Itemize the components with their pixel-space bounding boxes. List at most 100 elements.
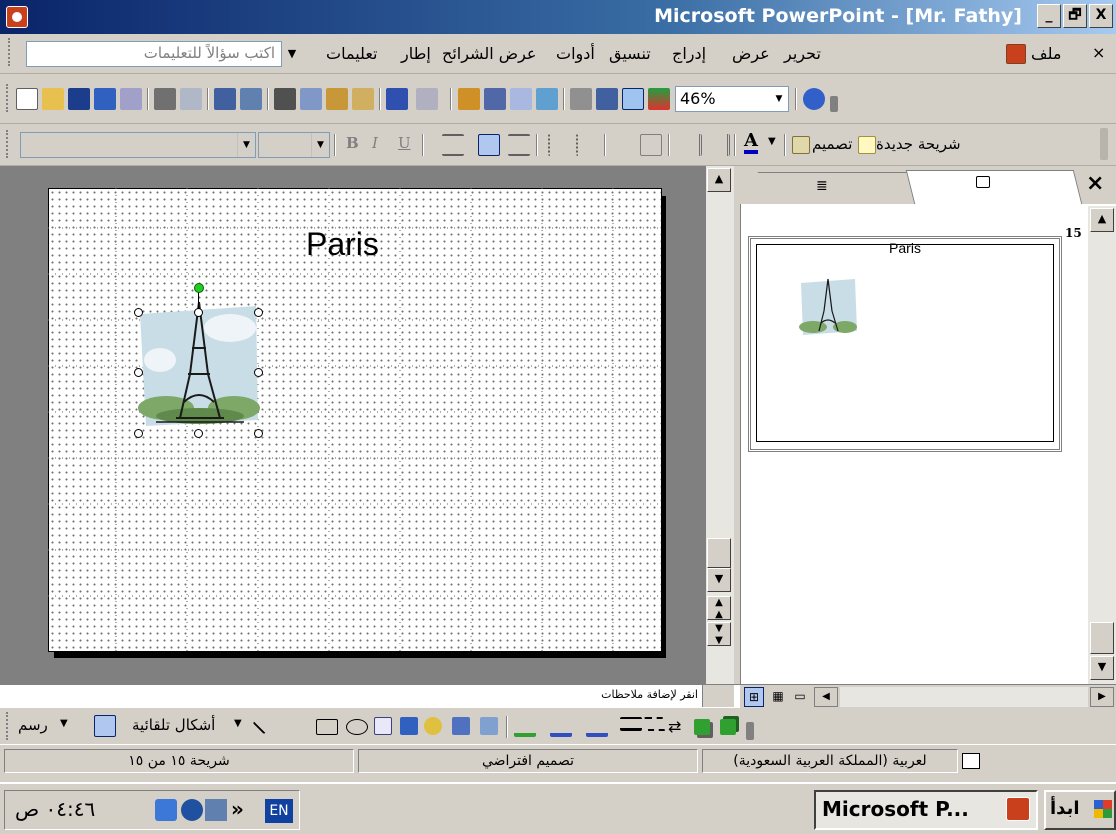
font-color-icon[interactable] — [586, 715, 608, 737]
menu-edit[interactable]: تحرير — [784, 44, 821, 63]
menu-help[interactable]: تعليمات — [326, 44, 377, 63]
chevron-down-icon[interactable]: ▼ — [770, 87, 788, 111]
print-icon[interactable] — [154, 88, 176, 110]
autoshapes-menu[interactable]: أشكال تلقائية — [132, 716, 215, 734]
draw-menu[interactable]: رسم — [18, 716, 48, 734]
document-icon[interactable] — [1006, 44, 1026, 64]
spelling-icon[interactable] — [214, 88, 236, 110]
toolbar-options-icon[interactable] — [746, 722, 754, 740]
security-icon[interactable] — [181, 799, 203, 821]
restore-button[interactable]: 🗗 — [1063, 4, 1087, 28]
hyperlink-icon[interactable] — [536, 88, 558, 110]
text-direction-icon[interactable] — [612, 134, 634, 156]
copy-icon[interactable] — [300, 88, 322, 110]
start-button[interactable]: ابدأ — [1044, 790, 1116, 830]
help-dropdown-icon[interactable]: ▼ — [285, 42, 299, 66]
arrow-icon[interactable] — [284, 715, 306, 737]
chevron-down-icon[interactable]: ▼ — [237, 133, 255, 157]
design-button[interactable]: تصميم — [812, 135, 852, 153]
print-preview-icon[interactable] — [180, 88, 202, 110]
toolbar-options-icon[interactable] — [830, 96, 838, 112]
horizontal-scrollbar[interactable] — [840, 687, 1088, 707]
bold-button[interactable]: B — [346, 134, 359, 152]
menu-file[interactable]: ملف — [1031, 44, 1061, 63]
line-style-icon[interactable] — [620, 717, 642, 731]
menu-view[interactable]: عرض — [732, 44, 770, 63]
chevron-down-icon[interactable]: ▼ — [311, 133, 329, 157]
tables-borders-icon[interactable] — [510, 88, 532, 110]
new-slide-icon[interactable] — [858, 136, 876, 154]
menu-tools[interactable]: أدوات — [556, 44, 595, 63]
slide-sorter-icon[interactable]: ▦ — [768, 687, 788, 707]
3d-style-icon[interactable] — [720, 719, 736, 735]
new-slide-button[interactable]: شريحة جديدة — [876, 135, 961, 153]
research-icon[interactable] — [240, 88, 262, 110]
menu-format[interactable]: تنسيق — [609, 44, 651, 63]
line-icon[interactable] — [252, 711, 276, 735]
toolbar-options-icon[interactable] — [1100, 128, 1108, 160]
show-hidden-icons-chevron[interactable]: » — [231, 797, 244, 821]
scroll-up-icon[interactable]: ▲ — [1090, 208, 1114, 232]
next-slide-icon[interactable]: ▼ ▼ — [707, 622, 731, 646]
toolbar-grip-icon[interactable] — [6, 712, 10, 740]
resize-handle[interactable] — [194, 308, 203, 317]
open-icon[interactable] — [42, 88, 64, 110]
fill-color-icon[interactable] — [514, 715, 536, 737]
font-size-combo[interactable]: ▼ — [258, 132, 330, 158]
align-center-icon[interactable] — [478, 134, 500, 156]
undo-icon[interactable] — [386, 88, 408, 110]
show-grid-icon[interactable] — [622, 88, 644, 110]
powerpoint-app-icon[interactable] — [6, 6, 28, 28]
align-left-icon[interactable] — [442, 134, 464, 156]
increase-indent-icon[interactable] — [708, 134, 730, 156]
bullets-icon[interactable] — [576, 134, 598, 156]
permission-icon[interactable] — [94, 88, 116, 110]
menu-window[interactable]: إطار — [401, 44, 431, 63]
scroll-right-icon[interactable]: ▶ — [1090, 687, 1114, 707]
help-icon[interactable] — [803, 88, 825, 110]
tab-outline[interactable] — [750, 172, 908, 204]
increase-font-icon[interactable] — [640, 134, 662, 156]
resize-handle[interactable] — [254, 368, 263, 377]
oval-icon[interactable] — [346, 719, 368, 735]
insert-chart-icon[interactable] — [458, 88, 480, 110]
font-color-dropdown-icon[interactable]: ▼ — [768, 136, 776, 147]
volume-icon[interactable] — [205, 799, 227, 821]
menu-insert[interactable]: إدراج — [672, 44, 706, 63]
new-icon[interactable] — [16, 88, 38, 110]
network-icon[interactable] — [155, 799, 177, 821]
select-objects-icon[interactable] — [94, 715, 116, 737]
expand-all-icon[interactable] — [570, 88, 592, 110]
powerpoint-task-button[interactable]: Microsoft P... — [814, 790, 1038, 830]
scroll-down-icon[interactable]: ▼ — [1090, 656, 1114, 680]
slide-thumbnail[interactable]: Paris — [756, 240, 1054, 442]
resize-handle[interactable] — [134, 429, 143, 438]
slideshow-icon[interactable]: ▭ — [790, 687, 810, 707]
pane-scrollbar[interactable] — [1088, 206, 1116, 684]
underline-button[interactable]: U — [398, 134, 411, 152]
shadow-style-icon[interactable] — [694, 719, 710, 735]
language-indicator[interactable]: EN — [265, 799, 293, 823]
rotation-handle[interactable] — [194, 283, 204, 293]
help-search-input[interactable]: اكتب سؤالاً للتعليمات — [26, 41, 282, 67]
resize-handle[interactable] — [134, 308, 143, 317]
spelling-status-icon[interactable] — [962, 753, 980, 769]
dash-style-icon[interactable] — [644, 717, 666, 731]
scroll-up-icon[interactable]: ▲ — [707, 168, 731, 192]
splitter[interactable] — [702, 685, 734, 707]
decrease-indent-icon[interactable] — [680, 134, 702, 156]
align-right-icon[interactable] — [508, 134, 530, 156]
zoom-combo[interactable]: 46% ▼ — [675, 86, 789, 112]
chevron-down-icon[interactable]: ▼ — [60, 718, 68, 729]
resize-handle[interactable] — [194, 429, 203, 438]
line-color-icon[interactable] — [550, 715, 572, 737]
font-name-combo[interactable]: ▼ — [20, 132, 256, 158]
email-icon[interactable] — [120, 88, 142, 110]
scroll-thumb[interactable] — [707, 538, 731, 568]
minimize-button[interactable]: _ — [1037, 4, 1061, 28]
close-document-button[interactable]: × — [1092, 43, 1105, 62]
scroll-left-icon[interactable]: ◀ — [814, 687, 838, 707]
clip-art-icon[interactable] — [452, 717, 470, 735]
font-color-icon[interactable]: A — [744, 132, 758, 154]
toolbar-grip-icon[interactable] — [8, 38, 12, 66]
